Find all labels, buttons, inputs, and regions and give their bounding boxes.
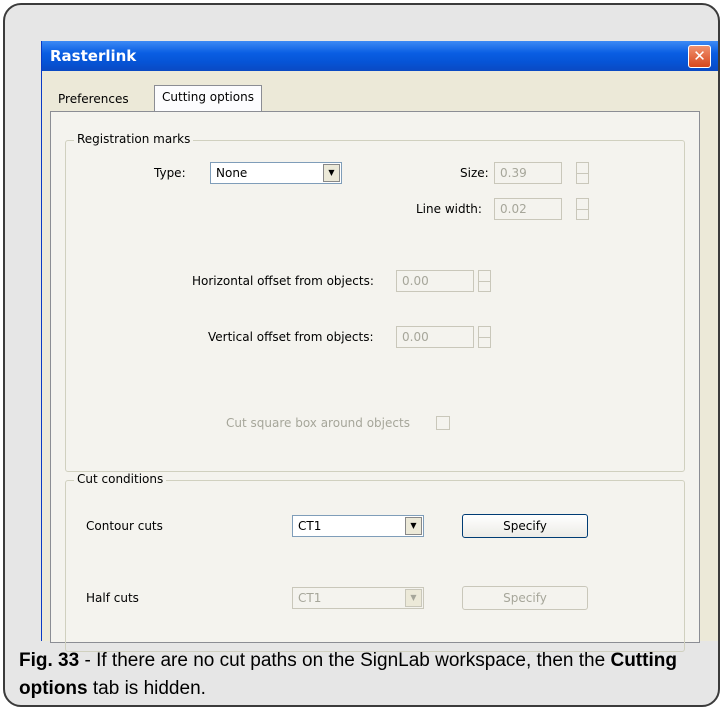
half-specify-button[interactable]: Specify <box>462 586 588 610</box>
half-cuts-value: CT1 <box>298 591 322 605</box>
window-title: Rasterlink <box>50 47 137 65</box>
chevron-down-icon[interactable]: ▼ <box>405 517 422 535</box>
caption-text-2: tab is hidden. <box>87 678 206 699</box>
tab-cutting-options[interactable]: Cutting options <box>154 85 262 111</box>
half-cuts-select[interactable]: CT1 ▼ <box>292 587 424 609</box>
chevron-down-icon[interactable]: ▼ <box>405 589 422 607</box>
close-icon[interactable]: ✕ <box>688 45 711 68</box>
half-cuts-label: Half cuts <box>86 591 139 605</box>
horizontal-offset-spinner[interactable]: 0.00 <box>396 270 496 292</box>
tab-strip: Preferences Cutting options <box>50 85 710 111</box>
dialog-window: Rasterlink ✕ Preferences Cutting options… <box>41 41 718 652</box>
vertical-offset-input[interactable]: 0.00 <box>396 326 474 348</box>
horizontal-offset-spin-buttons[interactable] <box>478 270 491 292</box>
contour-cuts-value: CT1 <box>298 519 322 533</box>
contour-specify-button[interactable]: Specify <box>462 514 588 538</box>
vertical-offset-spinner[interactable]: 0.00 <box>396 326 496 348</box>
horizontal-offset-label: Horizontal offset from objects: <box>192 274 374 288</box>
type-select-value: None <box>216 166 248 180</box>
cut-square-box-checkbox[interactable] <box>436 416 450 430</box>
size-input[interactable]: 0.39 <box>494 162 562 184</box>
size-spinner[interactable]: 0.39 <box>494 162 594 184</box>
cut-conditions-group: Cut conditions Contour cuts CT1 ▼ Specif… <box>65 472 685 652</box>
line-width-input[interactable]: 0.02 <box>494 198 562 220</box>
contour-cuts-select[interactable]: CT1 ▼ <box>292 515 424 537</box>
line-width-label: Line width: <box>416 202 482 216</box>
title-bar[interactable]: Rasterlink ✕ <box>42 41 718 71</box>
vertical-offset-spin-buttons[interactable] <box>478 326 491 348</box>
registration-marks-legend: Registration marks <box>74 132 194 146</box>
chevron-down-icon[interactable]: ▼ <box>323 164 340 182</box>
cut-conditions-legend: Cut conditions <box>74 472 167 486</box>
horizontal-offset-input[interactable]: 0.00 <box>396 270 474 292</box>
figure-frame: Rasterlink ✕ Preferences Cutting options… <box>3 3 720 707</box>
contour-cuts-label: Contour cuts <box>86 519 163 533</box>
caption-text-1: - If there are no cut paths on the SignL… <box>79 650 611 671</box>
horizontal-offset-value: 0.00 <box>402 274 429 288</box>
size-value: 0.39 <box>500 166 527 180</box>
size-spin-buttons[interactable] <box>576 162 589 184</box>
tab-preferences[interactable]: Preferences <box>58 92 129 106</box>
type-select[interactable]: None ▼ <box>210 162 342 184</box>
line-width-spinner[interactable]: 0.02 <box>494 198 594 220</box>
cut-square-box-label: Cut square box around objects <box>226 416 410 430</box>
size-label: Size: <box>460 166 489 180</box>
type-label: Type: <box>154 166 186 180</box>
registration-marks-group: Registration marks Type: None ▼ Size: 0.… <box>65 132 685 472</box>
vertical-offset-value: 0.00 <box>402 330 429 344</box>
vertical-offset-label: Vertical offset from objects: <box>208 330 374 344</box>
line-width-spin-buttons[interactable] <box>576 198 589 220</box>
figure-number: Fig. 33 <box>19 650 80 671</box>
line-width-value: 0.02 <box>500 202 527 216</box>
figure-caption: Fig. 33 - If there are no cut paths on t… <box>19 647 709 703</box>
tab-panel: Registration marks Type: None ▼ Size: 0.… <box>50 111 700 652</box>
